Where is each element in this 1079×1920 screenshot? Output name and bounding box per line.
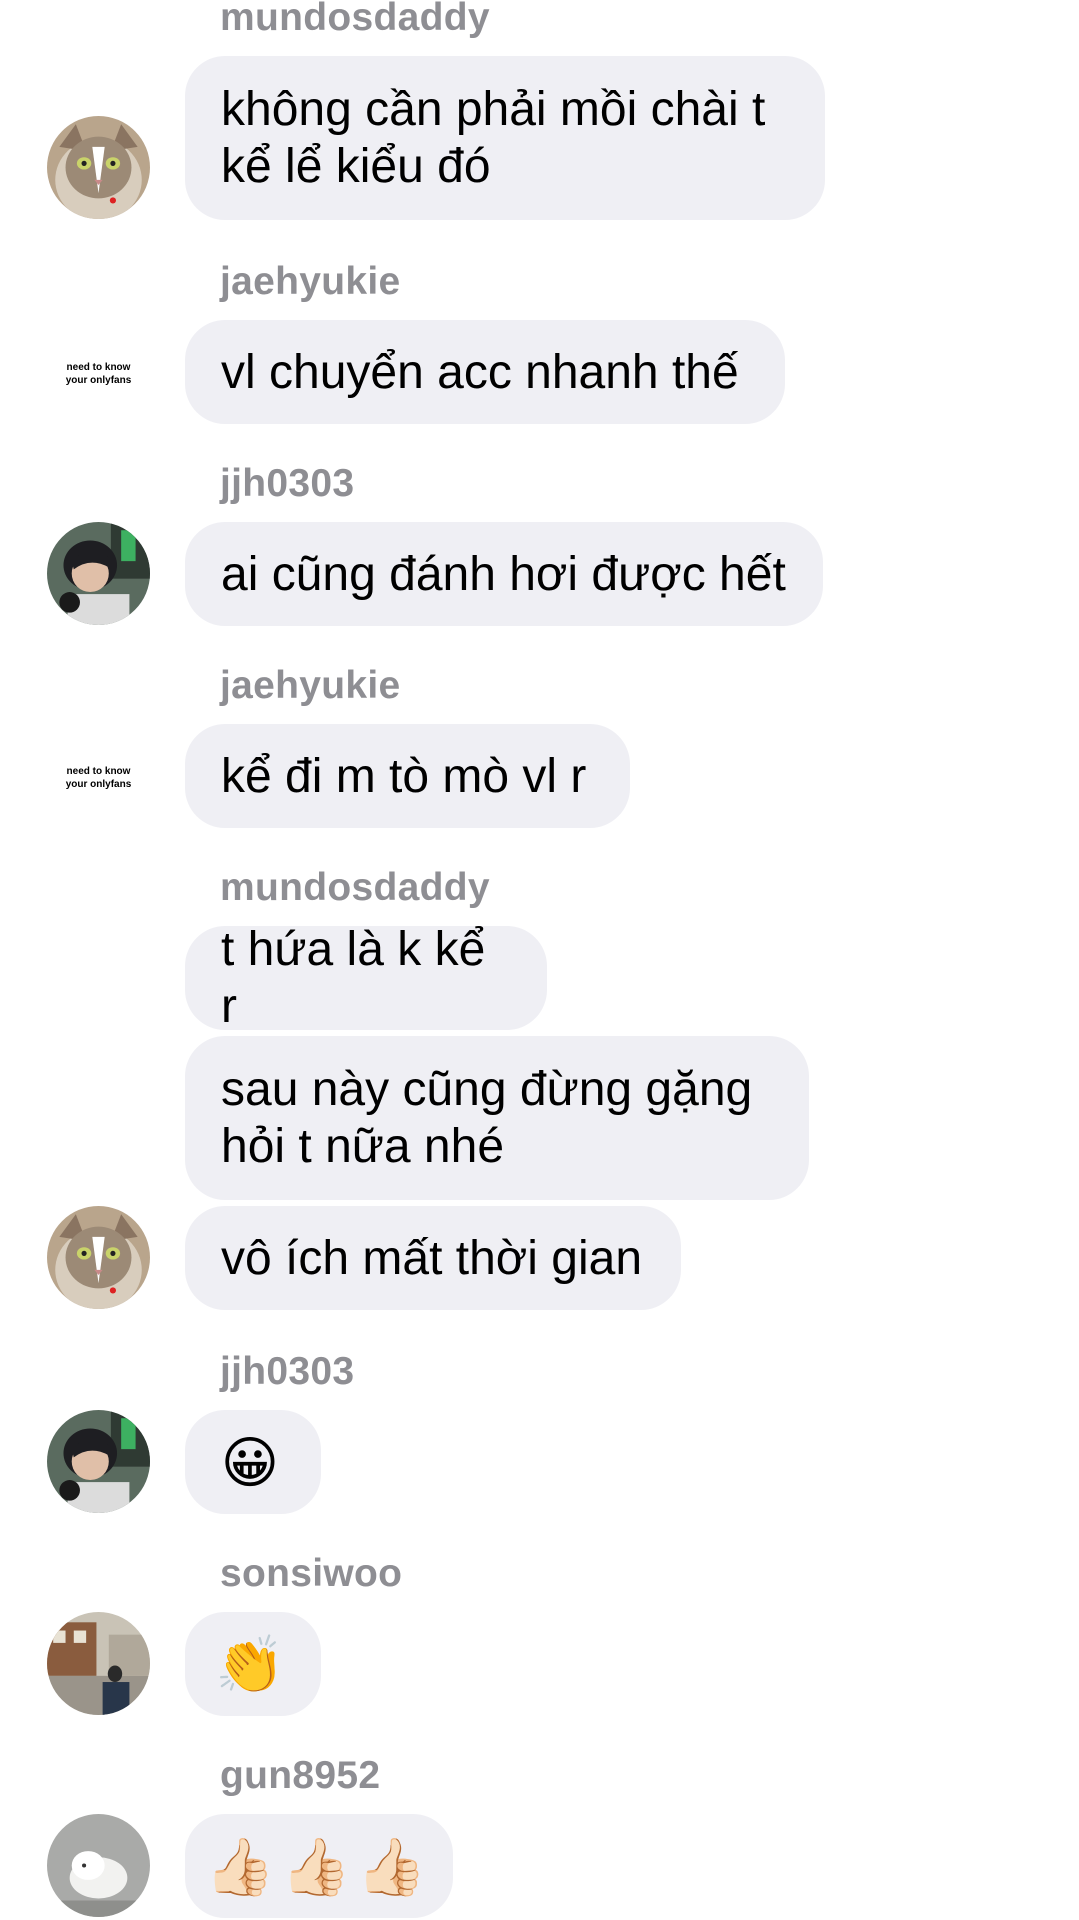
message-bubble[interactable]: không cần phải mồi chài t kể lể kiểu đó	[185, 56, 825, 220]
avatar-dog[interactable]	[47, 1814, 150, 1917]
message-bubble[interactable]: 👏	[185, 1612, 321, 1716]
sender-name: jjh0303	[220, 462, 355, 505]
avatar-person[interactable]	[47, 522, 150, 625]
avatar-cat[interactable]	[47, 1206, 150, 1309]
message-bubble[interactable]: sau này cũng đừng gặng hỏi t nữa nhé	[185, 1036, 809, 1200]
message-bubble[interactable]: t hứa là k kể r	[185, 923, 547, 1033]
avatar-text-line: your onlyfans	[65, 374, 132, 386]
avatar-text-line: your onlyfans	[65, 778, 132, 790]
message-bubble[interactable]: 😀	[185, 1410, 321, 1514]
avatar-street[interactable]	[47, 1612, 150, 1715]
sender-name: jaehyukie	[220, 664, 401, 707]
message-bubble[interactable]: 👍🏻👍🏻👍🏻	[185, 1814, 453, 1918]
avatar-person[interactable]	[47, 1410, 150, 1513]
message-bubble[interactable]: vl chuyển acc nhanh thế	[185, 320, 785, 424]
avatar-cat[interactable]	[47, 116, 150, 219]
avatar-text-line: need to know	[66, 765, 131, 777]
message-bubble[interactable]: vô ích mất thời gian	[185, 1206, 681, 1310]
message-bubble[interactable]: ai cũng đánh hơi được hết	[185, 522, 823, 626]
chat-thread: mundosdaddy không cần phải mồi chài t kể…	[0, 0, 1079, 1920]
avatar-text[interactable]: need to know your onlyfans	[47, 726, 150, 829]
message-bubble[interactable]: kể đi m tò mò vl r	[185, 724, 630, 828]
sender-name: jjh0303	[220, 1350, 355, 1393]
sender-name: sonsiwoo	[220, 1552, 403, 1595]
sender-name: jaehyukie	[220, 260, 401, 303]
sender-name: mundosdaddy	[220, 866, 490, 909]
avatar-text-line: need to know	[66, 361, 131, 373]
sender-name: mundosdaddy	[220, 0, 490, 39]
avatar-text[interactable]: need to know your onlyfans	[47, 322, 150, 425]
sender-name: gun8952	[220, 1754, 381, 1797]
